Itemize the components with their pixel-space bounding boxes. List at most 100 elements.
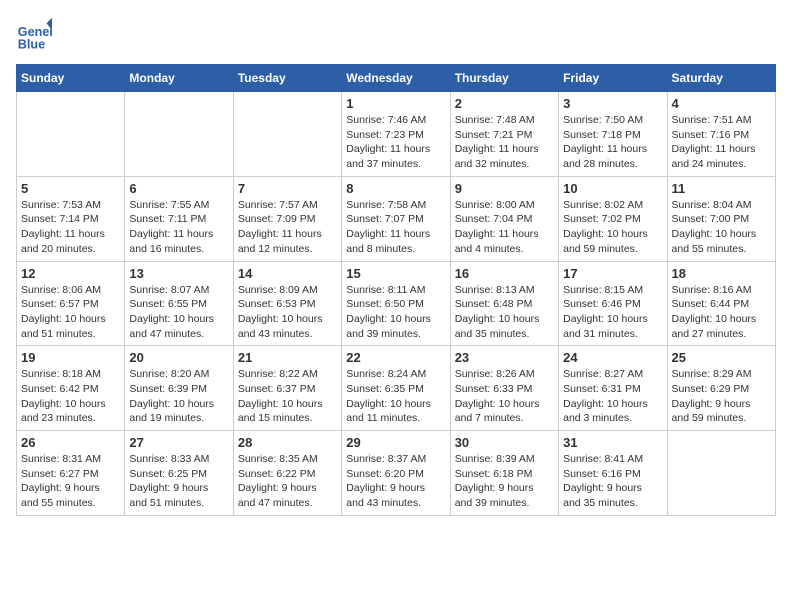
day-number: 13 xyxy=(129,266,228,281)
calendar-cell: 27 Sunrise: 8:33 AM Sunset: 6:25 PM Dayli… xyxy=(125,431,233,516)
header-sunday: Sunday xyxy=(17,65,125,92)
calendar-cell: 9Sunrise: 8:00 AM Sunset: 7:04 PM Daylig… xyxy=(450,176,558,261)
calendar-week-3: 12 Sunrise: 8:06 AM Sunset: 6:57 PM Dayli… xyxy=(17,261,776,346)
calendar-week-1: 1 Sunrise: 7:46 AM Sunset: 7:23 PM Daylig… xyxy=(17,92,776,177)
day-number: 24 xyxy=(563,350,662,365)
calendar-cell: 17Sunrise: 8:15 AM Sunset: 6:46 PM Dayli… xyxy=(559,261,667,346)
calendar-week-2: 5 Sunrise: 7:53 AM Sunset: 7:14 PM Daylig… xyxy=(17,176,776,261)
calendar-cell: 6 Sunrise: 7:55 AM Sunset: 7:11 PM Daylig… xyxy=(125,176,233,261)
calendar-cell: 20 Sunrise: 8:20 AM Sunset: 6:39 PM Dayli… xyxy=(125,346,233,431)
header-saturday: Saturday xyxy=(667,65,775,92)
day-info: Sunrise: 8:41 AM Sunset: 6:16 PM Dayligh… xyxy=(563,452,662,511)
day-info: Sunrise: 8:06 AM Sunset: 6:57 PM Dayligh… xyxy=(21,283,120,342)
day-info: Sunrise: 8:37 AM Sunset: 6:20 PM Dayligh… xyxy=(346,452,445,511)
calendar-cell: 4Sunrise: 7:51 AM Sunset: 7:16 PM Daylig… xyxy=(667,92,775,177)
calendar-cell: 11 Sunrise: 8:04 AM Sunset: 7:00 PM Dayli… xyxy=(667,176,775,261)
calendar-cell xyxy=(125,92,233,177)
logo: General Blue xyxy=(16,16,52,52)
day-number: 27 xyxy=(129,435,228,450)
calendar-cell: 3 Sunrise: 7:50 AM Sunset: 7:18 PM Daylig… xyxy=(559,92,667,177)
day-number: 6 xyxy=(129,181,228,196)
header-thursday: Thursday xyxy=(450,65,558,92)
calendar-cell: 12 Sunrise: 8:06 AM Sunset: 6:57 PM Dayli… xyxy=(17,261,125,346)
header-tuesday: Tuesday xyxy=(233,65,341,92)
day-info: Sunrise: 7:58 AM Sunset: 7:07 PM Dayligh… xyxy=(346,198,445,257)
day-number: 18 xyxy=(672,266,771,281)
day-info: Sunrise: 7:50 AM Sunset: 7:18 PM Dayligh… xyxy=(563,113,662,172)
day-number: 1 xyxy=(346,96,445,111)
calendar-cell: 1 Sunrise: 7:46 AM Sunset: 7:23 PM Daylig… xyxy=(342,92,450,177)
day-number: 21 xyxy=(238,350,337,365)
day-info: Sunrise: 8:33 AM Sunset: 6:25 PM Dayligh… xyxy=(129,452,228,511)
day-number: 3 xyxy=(563,96,662,111)
day-number: 16 xyxy=(455,266,554,281)
calendar-header-row: SundayMondayTuesdayWednesdayThursdayFrid… xyxy=(17,65,776,92)
day-number: 10 xyxy=(563,181,662,196)
calendar-cell: 25Sunrise: 8:29 AM Sunset: 6:29 PM Dayli… xyxy=(667,346,775,431)
calendar-cell: 31 Sunrise: 8:41 AM Sunset: 6:16 PM Dayli… xyxy=(559,431,667,516)
day-number: 20 xyxy=(129,350,228,365)
calendar-cell: 8 Sunrise: 7:58 AM Sunset: 7:07 PM Daylig… xyxy=(342,176,450,261)
day-number: 28 xyxy=(238,435,337,450)
day-info: Sunrise: 7:51 AM Sunset: 7:16 PM Dayligh… xyxy=(672,113,771,172)
calendar-cell: 28 Sunrise: 8:35 AM Sunset: 6:22 PM Dayli… xyxy=(233,431,341,516)
calendar-cell: 26Sunrise: 8:31 AM Sunset: 6:27 PM Dayli… xyxy=(17,431,125,516)
calendar-cell: 5 Sunrise: 7:53 AM Sunset: 7:14 PM Daylig… xyxy=(17,176,125,261)
day-number: 23 xyxy=(455,350,554,365)
day-number: 12 xyxy=(21,266,120,281)
day-info: Sunrise: 8:04 AM Sunset: 7:00 PM Dayligh… xyxy=(672,198,771,257)
day-info: Sunrise: 8:39 AM Sunset: 6:18 PM Dayligh… xyxy=(455,452,554,511)
calendar-cell: 7 Sunrise: 7:57 AM Sunset: 7:09 PM Daylig… xyxy=(233,176,341,261)
day-number: 5 xyxy=(21,181,120,196)
day-info: Sunrise: 8:02 AM Sunset: 7:02 PM Dayligh… xyxy=(563,198,662,257)
day-number: 11 xyxy=(672,181,771,196)
calendar-cell: 23 Sunrise: 8:26 AM Sunset: 6:33 PM Dayli… xyxy=(450,346,558,431)
calendar-table: SundayMondayTuesdayWednesdayThursdayFrid… xyxy=(16,64,776,516)
day-number: 31 xyxy=(563,435,662,450)
calendar-cell: 15 Sunrise: 8:11 AM Sunset: 6:50 PM Dayli… xyxy=(342,261,450,346)
day-info: Sunrise: 8:16 AM Sunset: 6:44 PM Dayligh… xyxy=(672,283,771,342)
day-info: Sunrise: 8:27 AM Sunset: 6:31 PM Dayligh… xyxy=(563,367,662,426)
day-number: 7 xyxy=(238,181,337,196)
day-number: 8 xyxy=(346,181,445,196)
day-number: 29 xyxy=(346,435,445,450)
day-number: 25 xyxy=(672,350,771,365)
calendar-cell: 21 Sunrise: 8:22 AM Sunset: 6:37 PM Dayli… xyxy=(233,346,341,431)
day-info: Sunrise: 8:26 AM Sunset: 6:33 PM Dayligh… xyxy=(455,367,554,426)
day-info: Sunrise: 7:48 AM Sunset: 7:21 PM Dayligh… xyxy=(455,113,554,172)
day-info: Sunrise: 7:57 AM Sunset: 7:09 PM Dayligh… xyxy=(238,198,337,257)
day-info: Sunrise: 8:00 AM Sunset: 7:04 PM Dayligh… xyxy=(455,198,554,257)
day-info: Sunrise: 8:22 AM Sunset: 6:37 PM Dayligh… xyxy=(238,367,337,426)
day-info: Sunrise: 8:24 AM Sunset: 6:35 PM Dayligh… xyxy=(346,367,445,426)
day-info: Sunrise: 8:07 AM Sunset: 6:55 PM Dayligh… xyxy=(129,283,228,342)
day-info: Sunrise: 8:09 AM Sunset: 6:53 PM Dayligh… xyxy=(238,283,337,342)
calendar-week-5: 26Sunrise: 8:31 AM Sunset: 6:27 PM Dayli… xyxy=(17,431,776,516)
day-number: 2 xyxy=(455,96,554,111)
day-info: Sunrise: 7:55 AM Sunset: 7:11 PM Dayligh… xyxy=(129,198,228,257)
calendar-cell: 18 Sunrise: 8:16 AM Sunset: 6:44 PM Dayli… xyxy=(667,261,775,346)
header-monday: Monday xyxy=(125,65,233,92)
day-number: 17 xyxy=(563,266,662,281)
day-info: Sunrise: 7:53 AM Sunset: 7:14 PM Dayligh… xyxy=(21,198,120,257)
logo-icon: General Blue xyxy=(16,16,52,52)
day-number: 15 xyxy=(346,266,445,281)
calendar-cell xyxy=(17,92,125,177)
calendar-cell: 24 Sunrise: 8:27 AM Sunset: 6:31 PM Dayli… xyxy=(559,346,667,431)
calendar-cell: 14Sunrise: 8:09 AM Sunset: 6:53 PM Dayli… xyxy=(233,261,341,346)
day-info: Sunrise: 8:18 AM Sunset: 6:42 PM Dayligh… xyxy=(21,367,120,426)
day-number: 26 xyxy=(21,435,120,450)
day-info: Sunrise: 7:46 AM Sunset: 7:23 PM Dayligh… xyxy=(346,113,445,172)
day-info: Sunrise: 8:11 AM Sunset: 6:50 PM Dayligh… xyxy=(346,283,445,342)
calendar-cell: 30Sunrise: 8:39 AM Sunset: 6:18 PM Dayli… xyxy=(450,431,558,516)
calendar-cell: 22 Sunrise: 8:24 AM Sunset: 6:35 PM Dayli… xyxy=(342,346,450,431)
svg-text:Blue: Blue xyxy=(18,37,45,51)
header-friday: Friday xyxy=(559,65,667,92)
calendar-cell: 13 Sunrise: 8:07 AM Sunset: 6:55 PM Dayli… xyxy=(125,261,233,346)
calendar-cell: 16Sunrise: 8:13 AM Sunset: 6:48 PM Dayli… xyxy=(450,261,558,346)
calendar-cell: 29 Sunrise: 8:37 AM Sunset: 6:20 PM Dayli… xyxy=(342,431,450,516)
day-number: 19 xyxy=(21,350,120,365)
day-info: Sunrise: 8:20 AM Sunset: 6:39 PM Dayligh… xyxy=(129,367,228,426)
day-number: 22 xyxy=(346,350,445,365)
day-info: Sunrise: 8:35 AM Sunset: 6:22 PM Dayligh… xyxy=(238,452,337,511)
calendar-cell xyxy=(667,431,775,516)
